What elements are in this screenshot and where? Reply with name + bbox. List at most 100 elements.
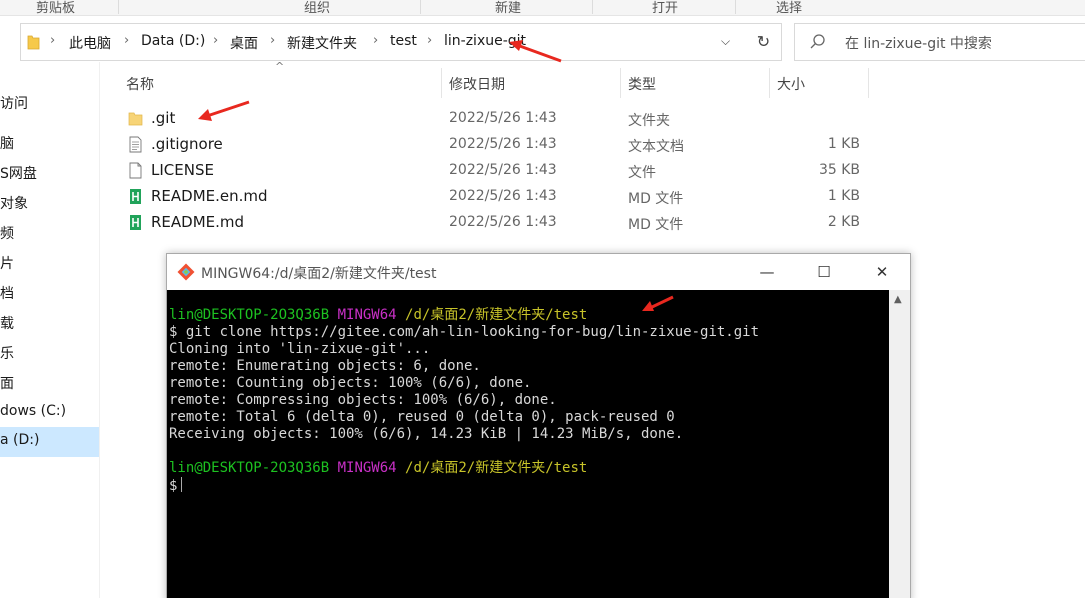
column-separator[interactable] xyxy=(868,68,869,98)
file-date: 2022/5/26 1:43 xyxy=(449,162,557,178)
file-date: 2022/5/26 1:43 xyxy=(449,188,557,204)
file-type: 文本文档 xyxy=(628,139,684,155)
chevron-right-icon[interactable]: › xyxy=(50,33,55,48)
nav-item-documents[interactable]: 档 xyxy=(0,279,99,307)
nav-item-drive-d[interactable]: a (D:) xyxy=(0,427,99,457)
file-type: 文件 xyxy=(628,165,656,181)
nav-item-videos[interactable]: 频 xyxy=(0,219,99,247)
search-input[interactable]: 在 lin-zixue-git 中搜索 xyxy=(845,33,992,53)
nav-item-desktop[interactable]: 面 xyxy=(0,369,99,397)
minimize-button[interactable]: — xyxy=(752,260,782,284)
input-line[interactable]: $ xyxy=(169,477,183,494)
file-name[interactable]: LICENSE xyxy=(151,161,214,179)
close-button[interactable]: ✕ xyxy=(867,260,897,284)
scroll-up-icon[interactable]: ▲ xyxy=(894,294,902,305)
annotation-arrow-icon xyxy=(509,40,562,63)
file-type: 文件夹 xyxy=(628,113,670,129)
prompt-path: /d/桌面2/新建文件夹/test xyxy=(405,307,588,323)
ribbon-group-open: 打开 xyxy=(652,1,679,16)
terminal-title: MINGW64:/d/桌面2/新建文件夹/test xyxy=(201,266,437,282)
prompt-path: /d/桌面2/新建文件夹/test xyxy=(405,460,588,476)
input-prompt: $ xyxy=(169,478,178,494)
maximize-button[interactable]: ☐ xyxy=(809,260,839,284)
ribbon-separator xyxy=(118,0,119,14)
file-name[interactable]: .git xyxy=(151,109,175,127)
column-header-name[interactable]: 名称 xyxy=(126,74,154,94)
chevron-right-icon[interactable]: › xyxy=(124,33,129,48)
markdown-file-icon xyxy=(130,215,141,230)
terminal-window[interactable]: MINGW64:/d/桌面2/新建文件夹/test — ☐ ✕ lin@DESK… xyxy=(166,253,911,598)
nav-item-downloads[interactable]: 载 xyxy=(0,309,99,337)
column-header-date[interactable]: 修改日期 xyxy=(449,74,505,94)
file-size: 2 KB xyxy=(827,214,860,230)
annotation-arrow-icon xyxy=(642,295,674,311)
folder-icon xyxy=(27,35,40,50)
chevron-right-icon[interactable]: › xyxy=(427,33,432,48)
ribbon-separator xyxy=(735,0,736,14)
prompt-user: lin@DESKTOP-2O3Q36B xyxy=(169,460,330,476)
prompt-user: lin@DESKTOP-2O3Q36B xyxy=(169,307,330,323)
search-box[interactable]: 在 lin-zixue-git 中搜索 xyxy=(794,23,1085,61)
file-type: MD 文件 xyxy=(628,191,684,207)
vertical-scrollbar[interactable]: ▲ xyxy=(889,290,910,598)
chevron-right-icon[interactable]: › xyxy=(213,33,218,48)
output-line: Cloning into 'lin-zixue-git'... xyxy=(169,341,431,357)
nav-item-quick-access[interactable]: 访问 xyxy=(0,89,99,117)
chevron-down-icon[interactable]: ⌵ xyxy=(721,34,730,49)
nav-item-wps-drive[interactable]: S网盘 xyxy=(0,159,99,187)
file-size: 35 KB xyxy=(818,162,860,178)
file-size: 1 KB xyxy=(827,136,860,152)
file-row[interactable]: README.en.md 2022/5/26 1:43 MD 文件 1 KB xyxy=(100,184,880,210)
breadcrumb-desktop[interactable]: 桌面 xyxy=(230,33,258,53)
nav-item-music[interactable]: 乐 xyxy=(0,339,99,367)
sort-ascending-icon: ^ xyxy=(275,60,285,73)
search-icon xyxy=(810,34,825,49)
file-row[interactable]: .gitignore 2022/5/26 1:43 文本文档 1 KB xyxy=(100,132,880,158)
file-icon xyxy=(129,162,142,179)
output-line: remote: Enumerating objects: 6, done. xyxy=(169,358,481,374)
folder-icon xyxy=(128,112,143,126)
file-name[interactable]: README.md xyxy=(151,213,244,231)
file-date: 2022/5/26 1:43 xyxy=(449,214,557,230)
prompt-line: lin@DESKTOP-2O3Q36B MINGW64 /d/桌面2/新建文件夹… xyxy=(169,460,587,477)
column-separator[interactable] xyxy=(769,68,770,98)
column-header-type[interactable]: 类型 xyxy=(628,74,656,94)
nav-item-this-pc[interactable]: 脑 xyxy=(0,129,99,157)
column-separator[interactable] xyxy=(441,68,442,98)
output-line: remote: Total 6 (delta 0), reused 0 (del… xyxy=(169,409,675,425)
chevron-right-icon[interactable]: › xyxy=(373,33,378,48)
terminal-title-bar[interactable]: MINGW64:/d/桌面2/新建文件夹/test — ☐ ✕ xyxy=(167,254,910,290)
file-row[interactable]: LICENSE 2022/5/26 1:43 文件 35 KB xyxy=(100,158,880,184)
prompt-shell: MINGW64 xyxy=(337,307,397,323)
column-header-size[interactable]: 大小 xyxy=(777,74,805,94)
prompt-shell: MINGW64 xyxy=(337,460,397,476)
address-bar[interactable]: › 此电脑 › Data (D:) › 桌面 › 新建文件夹 › test › … xyxy=(20,23,781,61)
file-size: 1 KB xyxy=(827,188,860,204)
prompt-line: lin@DESKTOP-2O3Q36B MINGW64 /d/桌面2/新建文件夹… xyxy=(169,307,587,324)
column-separator[interactable] xyxy=(620,68,621,98)
nav-item-3d-objects[interactable]: 对象 xyxy=(0,189,99,217)
nav-item-drive-c[interactable]: dows (C:) xyxy=(0,399,99,427)
file-row[interactable]: README.md 2022/5/26 1:43 MD 文件 2 KB xyxy=(100,210,880,236)
ribbon-separator xyxy=(420,0,421,14)
nav-item-pictures[interactable]: 片 xyxy=(0,249,99,277)
breadcrumb-drive-d[interactable]: Data (D:) xyxy=(141,33,205,49)
file-name[interactable]: README.en.md xyxy=(151,187,268,205)
breadcrumb-test[interactable]: test xyxy=(390,33,417,49)
command-line: $ git clone https://gitee.com/ah-lin-loo… xyxy=(169,324,760,340)
ribbon-group-new: 新建 xyxy=(495,1,522,16)
ribbon-group-organize: 组织 xyxy=(304,1,331,16)
markdown-file-icon xyxy=(130,189,141,204)
navigation-pane: 访问 脑 S网盘 对象 频 片 档 载 乐 面 dows (C:) a (D:) xyxy=(0,62,100,598)
terminal-output[interactable]: lin@DESKTOP-2O3Q36B MINGW64 /d/桌面2/新建文件夹… xyxy=(167,290,889,598)
breadcrumb-this-pc[interactable]: 此电脑 xyxy=(69,33,111,53)
text-cursor xyxy=(181,477,183,492)
chevron-right-icon[interactable]: › xyxy=(270,33,275,48)
output-line: Receiving objects: 100% (6/6), 14.23 KiB… xyxy=(169,426,684,442)
breadcrumb-new-folder[interactable]: 新建文件夹 xyxy=(287,33,357,53)
refresh-button[interactable]: ↻ xyxy=(746,23,782,61)
ribbon-separator xyxy=(592,0,593,14)
annotation-arrow-icon xyxy=(198,100,250,121)
refresh-icon: ↻ xyxy=(756,32,771,51)
file-name[interactable]: .gitignore xyxy=(151,135,223,153)
